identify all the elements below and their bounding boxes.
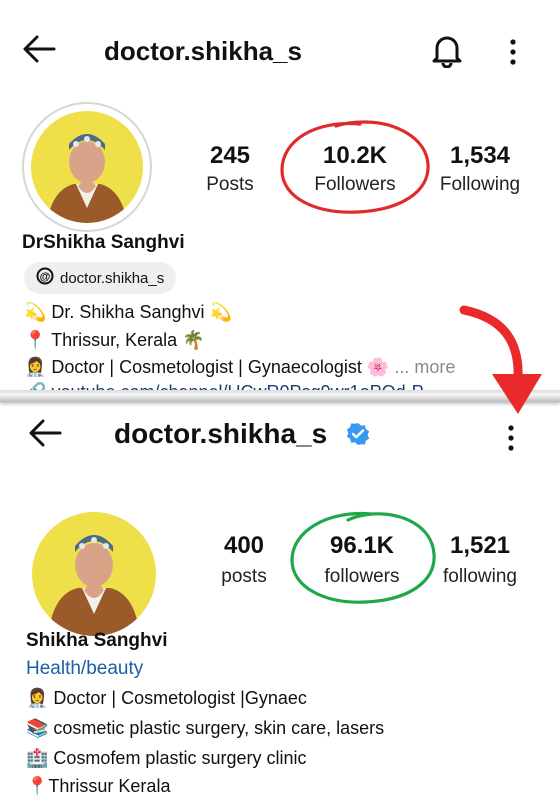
verified-badge-icon <box>346 422 370 451</box>
threads-badge[interactable]: @ doctor.shikha_s <box>24 262 177 294</box>
following-count[interactable]: 1,534 <box>420 142 540 170</box>
display-name: Shikha Sanghvi <box>26 630 168 651</box>
back-arrow-icon[interactable] <box>28 418 62 454</box>
bio-line-4: 📍Thrissur Kerala <box>26 776 171 796</box>
more-options-icon[interactable] <box>508 38 518 71</box>
posts-count[interactable]: 245 <box>170 142 290 170</box>
display-name: DrShikha Sanghvi <box>22 232 185 253</box>
bio-line-1: 💫 Dr. Shikha Sanghvi 💫 <box>24 302 232 322</box>
svg-text:@: @ <box>40 271 51 283</box>
bio-line-2: 📚 cosmetic plastic surgery, skin care, l… <box>26 718 385 738</box>
followers-highlight-circle <box>280 120 430 214</box>
category-label: Health/beauty <box>26 658 144 679</box>
bio-line-2: 📍 Thrissur, Kerala 🌴 <box>24 330 205 350</box>
profile-username: doctor.shikha_s <box>114 418 328 449</box>
bell-icon[interactable] <box>432 34 462 73</box>
more-options-icon[interactable] <box>506 424 516 457</box>
bio-line-3: 👩‍⚕️ Doctor | Cosmetologist | Gynaecolog… <box>24 357 455 378</box>
avatar[interactable] <box>22 102 152 232</box>
avatar[interactable] <box>30 510 158 638</box>
bio-line-1: 👩‍⚕️ Doctor | Cosmetologist |Gynaec <box>26 688 307 708</box>
profile-username: doctor.shikha_s <box>104 36 302 66</box>
red-arrow-icon <box>459 305 542 414</box>
bottom-screenshot-panel: doctor.shikha_s 400 posts 96.1K follower… <box>0 398 560 800</box>
bio-line-3: 🏥 Cosmofem plastic surgery clinic <box>26 748 307 768</box>
back-arrow-icon[interactable] <box>22 34 56 70</box>
followers-highlight-circle <box>290 511 436 604</box>
threads-icon: @ <box>36 267 54 289</box>
more-link[interactable]: ... more <box>394 357 455 377</box>
threads-handle: doctor.shikha_s <box>60 269 165 287</box>
bio-line-3-text: 👩‍⚕️ Doctor | Cosmetologist | Gynaecolog… <box>24 357 390 377</box>
